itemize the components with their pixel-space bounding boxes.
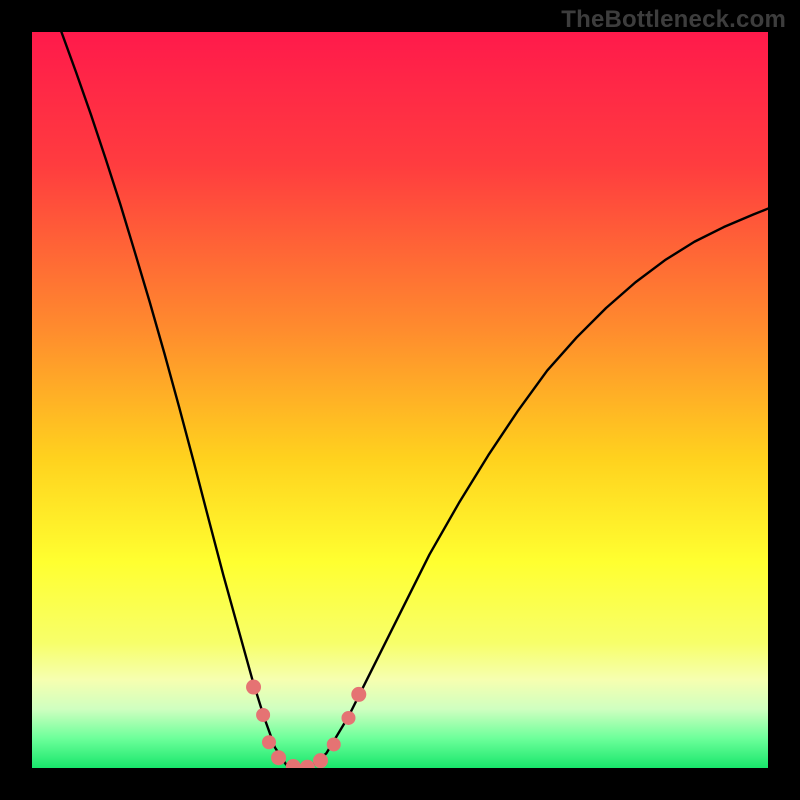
- marker-dot: [246, 680, 261, 695]
- marker-dot: [313, 753, 328, 768]
- marker-dot: [327, 737, 341, 751]
- marker-dot: [262, 735, 276, 749]
- watermark-text: TheBottleneck.com: [561, 6, 786, 34]
- plot-background: [32, 32, 768, 768]
- marker-dot: [271, 750, 286, 765]
- chart-frame: TheBottleneck.com: [0, 0, 800, 800]
- marker-dot: [351, 687, 366, 702]
- marker-dot: [341, 711, 355, 725]
- bottleneck-chart: [32, 32, 768, 768]
- marker-dot: [256, 708, 270, 722]
